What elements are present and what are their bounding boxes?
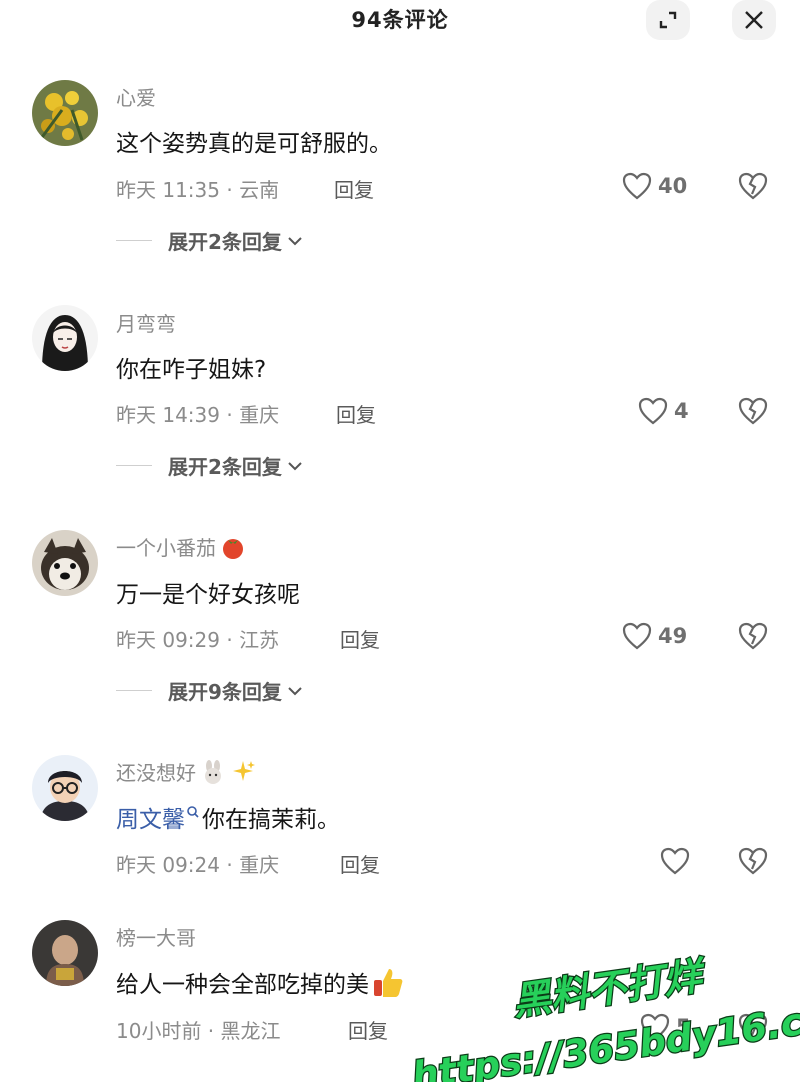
expand-replies-button[interactable]: 展开2条回复 xyxy=(116,226,304,255)
comment-text-body: 万一是个好女孩呢 xyxy=(116,582,300,608)
reply-button[interactable]: 回复 xyxy=(340,624,380,653)
broken-heart-icon xyxy=(738,172,768,200)
comments-header: 94条评论 xyxy=(0,0,800,40)
like-button[interactable]: 40 xyxy=(622,172,687,200)
dislike-button[interactable] xyxy=(738,1013,768,1045)
comment-text-body: 这个姿势真的是可舒服的。 xyxy=(116,131,392,157)
username-text: 还没想好 xyxy=(116,761,196,785)
dislike-button[interactable] xyxy=(738,847,768,879)
divider-line xyxy=(116,690,152,691)
comment-username[interactable]: 还没想好 xyxy=(116,757,256,786)
username-text: 一个小番茄 xyxy=(116,536,216,560)
comment-username[interactable]: 榜一大哥 xyxy=(116,922,196,951)
reply-button[interactable]: 回复 xyxy=(340,849,380,878)
heart-icon xyxy=(638,397,668,425)
broken-heart-icon xyxy=(738,847,768,875)
comment-text: 周文馨 你在搞茉莉。 xyxy=(116,800,340,834)
expand-panel-button[interactable] xyxy=(646,0,690,40)
search-icon xyxy=(187,806,199,818)
comment-username[interactable]: 心爱 xyxy=(116,82,156,111)
reply-button[interactable]: 回复 xyxy=(348,1015,388,1044)
expand-replies-label: 展开2条回复 xyxy=(168,455,282,479)
comment-text: 给人一种会全部吃掉的美 xyxy=(116,965,405,999)
rabbit-emoji-icon xyxy=(205,759,221,784)
comment-time-location: 昨天 09:29 · 江苏 xyxy=(116,628,280,652)
comment-time-location: 昨天 09:24 · 重庆 xyxy=(116,853,280,877)
like-count: 40 xyxy=(658,174,688,198)
comment-text-body: 你在咋子姐妹? xyxy=(116,357,267,383)
chevron-down-icon xyxy=(288,236,302,245)
dislike-button[interactable] xyxy=(738,397,768,429)
comment-time-location: 昨天 14:39 · 重庆 xyxy=(116,403,280,427)
chevron-down-icon xyxy=(288,461,302,470)
like-button[interactable]: 4 xyxy=(638,397,689,425)
like-button[interactable]: 5 xyxy=(640,1013,691,1041)
like-count: 49 xyxy=(658,624,688,648)
comment-text-body: 给人一种会全部吃掉的美 xyxy=(116,972,369,998)
dislike-button[interactable] xyxy=(738,172,768,204)
avatar[interactable] xyxy=(32,920,98,986)
expand-replies-button[interactable]: 展开9条回复 xyxy=(116,676,304,705)
avatar[interactable] xyxy=(32,755,98,821)
like-button[interactable] xyxy=(660,847,690,875)
comment-time-location: 昨天 11:35 · 云南 xyxy=(116,178,280,202)
expand-replies-label: 展开9条回复 xyxy=(168,680,282,704)
reply-button[interactable]: 回复 xyxy=(334,174,374,203)
avatar[interactable] xyxy=(32,530,98,596)
heart-icon xyxy=(660,847,690,875)
reply-button[interactable]: 回复 xyxy=(336,399,376,428)
comment-text-body: 你在搞茉莉。 xyxy=(202,807,340,833)
comment-username[interactable]: 月弯弯 xyxy=(116,308,176,337)
comment-text: 你在咋子姐妹? xyxy=(116,350,266,384)
sparkles-emoji-icon xyxy=(233,760,255,781)
like-button[interactable]: 49 xyxy=(622,622,687,650)
heart-icon xyxy=(640,1013,670,1041)
avatar[interactable] xyxy=(32,80,98,146)
expand-replies-label: 展开2条回复 xyxy=(168,230,282,254)
divider-line xyxy=(116,240,152,241)
heart-icon xyxy=(622,622,652,650)
close-icon xyxy=(745,11,763,29)
mention-link[interactable]: 周文馨 xyxy=(116,800,185,834)
like-count: 4 xyxy=(674,399,689,423)
expand-icon xyxy=(659,11,677,29)
chevron-down-icon xyxy=(288,686,302,695)
broken-heart-icon xyxy=(738,397,768,425)
dislike-button[interactable] xyxy=(738,622,768,654)
tomato-emoji-icon xyxy=(223,538,243,559)
broken-heart-icon xyxy=(738,1013,768,1041)
avatar[interactable] xyxy=(32,305,98,371)
comment-text: 万一是个好女孩呢 xyxy=(116,575,300,609)
heart-icon xyxy=(622,172,652,200)
broken-heart-icon xyxy=(738,622,768,650)
like-count: 5 xyxy=(676,1015,691,1039)
expand-replies-button[interactable]: 展开2条回复 xyxy=(116,451,304,480)
thumbs-up-emoji-icon xyxy=(374,969,403,997)
divider-line xyxy=(116,465,152,466)
close-button[interactable] xyxy=(732,0,776,40)
comment-username[interactable]: 一个小番茄 xyxy=(116,532,246,561)
comment-text: 这个姿势真的是可舒服的。 xyxy=(116,124,392,158)
comment-time-location: 10小时前 · 黑龙江 xyxy=(116,1019,281,1043)
